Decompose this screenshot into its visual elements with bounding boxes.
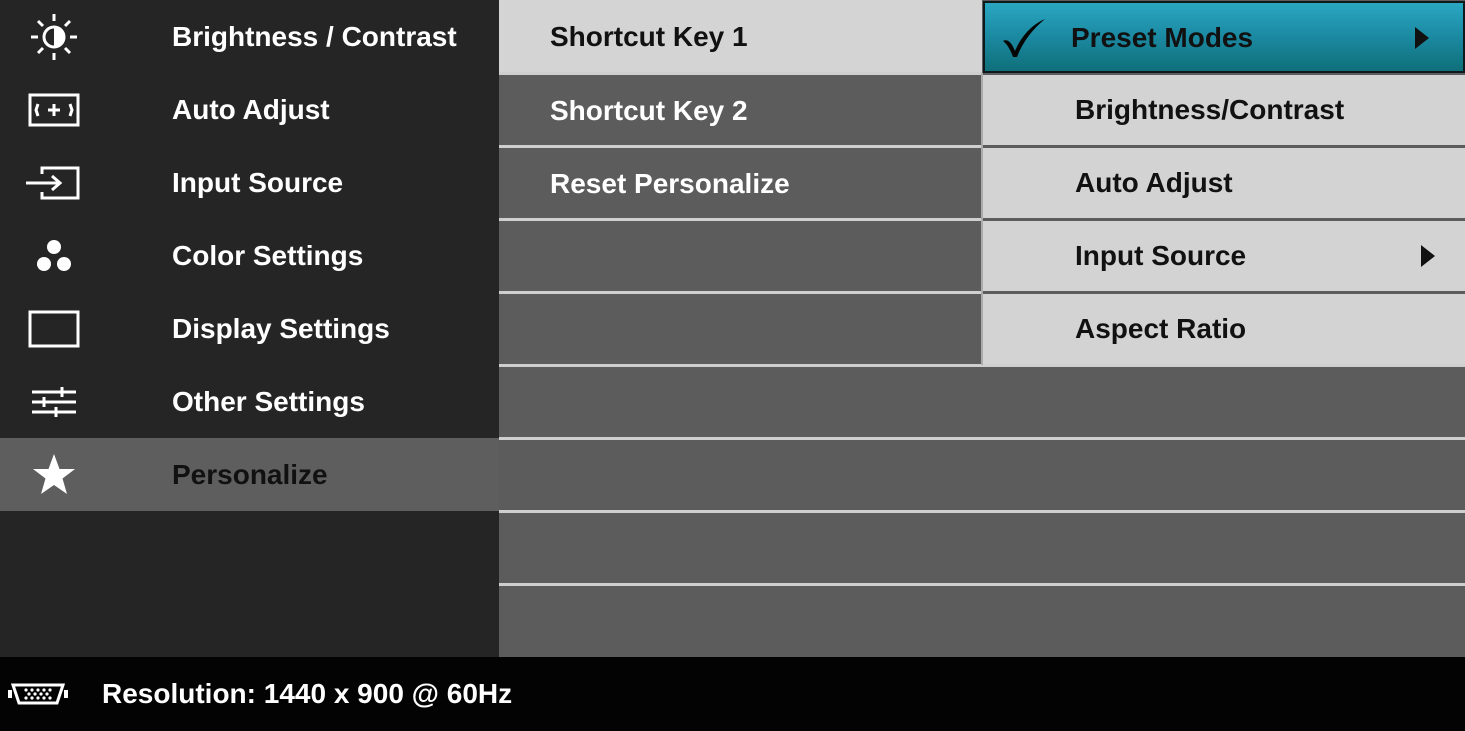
submenu-item-reset-personalize[interactable]: Reset Personalize: [499, 147, 982, 220]
vga-connector-icon: [8, 679, 68, 709]
display-settings-icon: [14, 298, 94, 360]
sidebar-item-personalize[interactable]: Personalize: [0, 438, 499, 511]
divider: [499, 510, 1465, 513]
divider: [499, 583, 1465, 586]
sidebar-item-color-settings[interactable]: Color Settings: [0, 219, 499, 292]
status-bar: Resolution: 1440 x 900 @ 60Hz: [0, 657, 1465, 731]
divider: [499, 437, 1465, 440]
option-label: Preset Modes: [1071, 22, 1254, 53]
main-menu-sidebar: Brightness / Contrast Auto Adjust Input …: [0, 0, 499, 657]
submenu-arrow-icon: [1421, 245, 1435, 267]
submenu-item-label: Shortcut Key 1: [550, 21, 748, 52]
auto-adjust-icon: [14, 79, 94, 141]
input-source-icon: [14, 152, 94, 214]
option-input-source[interactable]: Input Source: [983, 221, 1465, 291]
sidebar-item-label: Other Settings: [172, 386, 365, 417]
submenu-item-shortcut-key-2[interactable]: Shortcut Key 2: [499, 74, 982, 147]
option-auto-adjust[interactable]: Auto Adjust: [983, 148, 1465, 218]
checkmark-icon: [999, 15, 1049, 61]
divider: [499, 291, 982, 294]
option-label: Input Source: [1075, 240, 1247, 271]
resolution-text: Resolution: 1440 x 900 @ 60Hz: [102, 678, 513, 709]
sidebar-item-label: Input Source: [172, 167, 344, 198]
sidebar-item-brightness-contrast[interactable]: Brightness / Contrast: [0, 0, 499, 73]
color-settings-icon: [14, 225, 94, 287]
option-preset-modes[interactable]: Preset Modes: [983, 1, 1465, 73]
sidebar-item-auto-adjust[interactable]: Auto Adjust: [0, 73, 499, 146]
option-aspect-ratio[interactable]: Aspect Ratio: [983, 294, 1465, 364]
sidebar-item-label: Display Settings: [172, 313, 390, 344]
sidebar-item-label: Brightness / Contrast: [172, 21, 457, 52]
submenu-item-label: Reset Personalize: [550, 168, 790, 199]
option-brightness-contrast[interactable]: Brightness/Contrast: [983, 75, 1465, 145]
star-icon: [14, 444, 94, 506]
sidebar-item-label: Personalize: [172, 459, 328, 490]
option-label: Brightness/Contrast: [1075, 94, 1345, 125]
sidebar-item-display-settings[interactable]: Display Settings: [0, 292, 499, 365]
sidebar-item-other-settings[interactable]: Other Settings: [0, 365, 499, 438]
submenu-arrow-icon: [1415, 27, 1429, 49]
option-label: Aspect Ratio: [1075, 313, 1247, 344]
brightness-icon: [14, 6, 94, 68]
sidebar-item-label: Auto Adjust: [172, 94, 330, 125]
submenu-item-shortcut-key-1[interactable]: Shortcut Key 1: [499, 0, 982, 72]
sidebar-item-input-source[interactable]: Input Source: [0, 146, 499, 219]
option-label: Auto Adjust: [1075, 167, 1233, 198]
submenu-item-label: Shortcut Key 2: [550, 95, 748, 126]
other-settings-icon: [14, 371, 94, 433]
monitor-osd-menu: Brightness / Contrast Auto Adjust Input …: [0, 0, 1465, 731]
sidebar-item-label: Color Settings: [172, 240, 364, 271]
submenu-panel: Shortcut Key 1 Shortcut Key 2 Reset Pers…: [499, 0, 1465, 657]
